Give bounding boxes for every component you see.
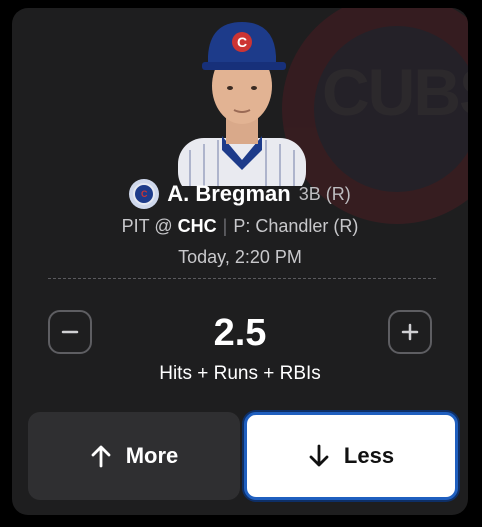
divider <box>48 278 436 279</box>
increase-line-button[interactable] <box>388 310 432 354</box>
player-name-row: C A. Bregman 3B (R) <box>12 179 468 209</box>
team-logo-text: CUBS <box>322 55 468 129</box>
plus-icon <box>401 323 419 341</box>
matchup-line: PIT @ CHC | P: Chandler (R) <box>12 216 468 237</box>
arrow-up-icon <box>91 445 111 468</box>
svg-text:C: C <box>237 34 247 50</box>
less-button[interactable]: Less <box>244 412 458 500</box>
opposing-pitcher: P: Chandler (R) <box>233 216 359 236</box>
team-badge-icon: C <box>129 179 160 209</box>
projection-card: CUBS C C A. Bregman 3B (R) PIT @ CHC|P: … <box>12 8 468 515</box>
player-headshot: C <box>178 22 306 186</box>
stat-type-label: Hits + Runs + RBIs <box>159 363 321 384</box>
separator: | <box>222 216 228 236</box>
home-team: CHC <box>177 216 217 236</box>
more-button[interactable]: More <box>28 412 240 500</box>
less-label: Less <box>343 443 395 468</box>
more-label: More <box>125 443 179 468</box>
arrow-down-icon <box>309 444 329 467</box>
game-time: Today, 2:20 PM <box>178 247 302 267</box>
player-name[interactable]: A. Bregman <box>167 181 290 207</box>
player-position: 3B (R) <box>298 183 351 204</box>
at-symbol: @ <box>154 216 173 236</box>
away-team: PIT <box>121 216 150 236</box>
